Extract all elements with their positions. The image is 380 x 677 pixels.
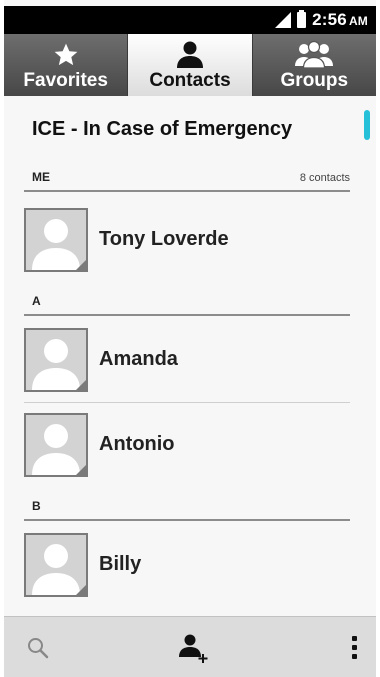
avatar[interactable] — [24, 413, 88, 477]
add-contact-button[interactable] — [172, 617, 216, 677]
bottom-action-bar — [4, 616, 376, 677]
star-icon — [53, 38, 79, 68]
avatar[interactable] — [24, 533, 88, 597]
contact-count: 8 contacts — [299, 172, 350, 184]
tab-bar: Favorites Contacts Groups — [4, 34, 376, 96]
status-bar: 2:56 AM — [4, 6, 376, 34]
tab-contacts[interactable]: Contacts — [128, 34, 253, 96]
list-item-antonio[interactable]: Antonio — [24, 404, 350, 488]
section-header-me: ME 8 contacts — [24, 162, 350, 192]
section-header-b: B — [24, 491, 350, 521]
add-contact-icon — [179, 634, 208, 663]
tab-groups[interactable]: Groups — [252, 34, 376, 96]
contacts-screen: 2:56 AM Favorites Contacts Groups ICE - I… — [4, 0, 376, 677]
scrollbar[interactable] — [364, 110, 370, 140]
list-item-tony-loverde[interactable]: Tony Loverde — [24, 199, 350, 283]
list-item-amanda[interactable]: Amanda — [24, 319, 350, 403]
signal-icon — [275, 12, 292, 28]
avatar[interactable] — [24, 208, 88, 272]
group-icon — [294, 38, 334, 68]
avatar[interactable] — [24, 328, 88, 392]
tab-favorites[interactable]: Favorites — [4, 34, 129, 96]
overflow-menu-button[interactable] — [342, 617, 366, 677]
status-clock: 2:56 AM — [312, 10, 368, 29]
battery-icon — [297, 10, 307, 28]
section-header-a: A — [24, 286, 350, 316]
search-icon — [28, 637, 49, 658]
overflow-menu-icon — [351, 636, 357, 659]
ice-header[interactable]: ICE - In Case of Emergency — [32, 118, 292, 141]
list-item-billy[interactable]: Billy — [24, 524, 350, 608]
search-button[interactable] — [18, 617, 58, 677]
contact-list[interactable]: ICE - In Case of Emergency ME 8 contacts… — [4, 96, 376, 616]
person-icon — [175, 38, 205, 68]
